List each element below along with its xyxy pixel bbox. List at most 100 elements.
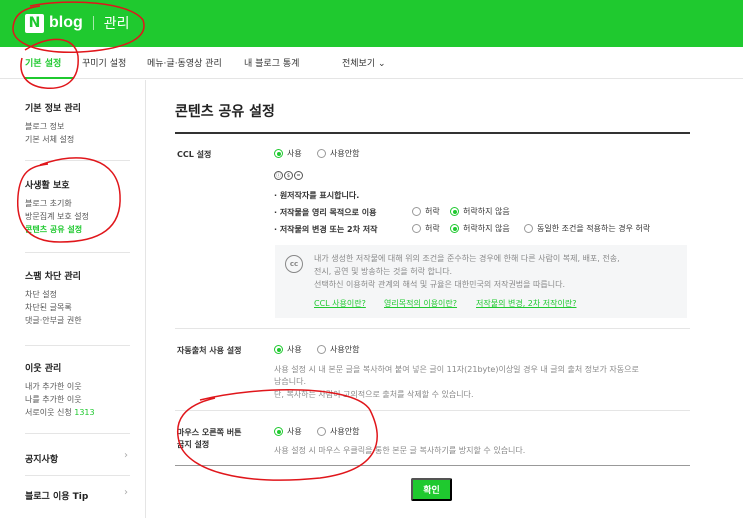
radio-unchecked-icon bbox=[317, 345, 326, 354]
sidebar-item-mutual-requests[interactable]: 서로이웃 신청 1313 bbox=[25, 406, 95, 419]
sidebar-group-title: 이웃 관리 bbox=[25, 364, 62, 374]
blog-logo[interactable]: N blog 관리 bbox=[25, 13, 130, 33]
radio-checked-icon bbox=[274, 427, 283, 436]
active-tab-underline bbox=[24, 77, 74, 79]
ccl-info-line: 전시, 공연 및 방송하는 것을 허락 합니다. bbox=[314, 267, 453, 276]
sidebar-group-title: 스팸 차단 관리 bbox=[25, 272, 81, 282]
derivative-same-condition-radio[interactable]: 동일한 조건을 적용하는 경우 허락 bbox=[524, 223, 650, 234]
sidebar-item-blog-info[interactable]: 블로그 정보 bbox=[25, 120, 81, 133]
noderivs-icon: = bbox=[294, 171, 303, 180]
radio-unchecked-icon bbox=[412, 224, 421, 233]
ccl-derivative-label: · 저작물의 변경 또는 2차 저작 bbox=[274, 225, 378, 234]
sidebar-item-visit-count-protect[interactable]: 방문집계 보호 설정 bbox=[25, 210, 89, 223]
auto-source-use-radio[interactable]: 사용 bbox=[274, 344, 302, 355]
row-divider bbox=[175, 410, 690, 411]
top-header: N blog 관리 bbox=[0, 0, 743, 47]
tab-decoration-settings[interactable]: 꾸미기 설정 bbox=[82, 56, 126, 69]
ccl-setting-label: CCL 설정 bbox=[177, 150, 212, 159]
sidebar-group-spam: 스팸 차단 관리 차단 설정 차단된 글목록 댓글·안부글 권한 bbox=[25, 269, 82, 327]
ccl-info-line: 선택하신 이용허락 관계의 해석 및 규율은 대한민국의 저작권법을 따릅니다. bbox=[314, 280, 566, 289]
radio-unchecked-icon bbox=[524, 224, 533, 233]
sidebar-divider bbox=[25, 160, 130, 161]
mutual-requests-label: 서로이웃 신청 bbox=[25, 408, 72, 417]
derivative-help-link[interactable]: 저작물의 변경, 2차 저작이란? bbox=[476, 298, 576, 309]
noncommercial-icon: $ bbox=[284, 171, 293, 180]
ccl-commercial-label: · 저작물을 영리 목적으로 이용 bbox=[274, 208, 377, 217]
commercial-help-link[interactable]: 영리목적의 이용이란? bbox=[384, 298, 457, 309]
tab-menu-post-video[interactable]: 메뉴·글·동영상 관리 bbox=[147, 56, 222, 69]
row-divider bbox=[175, 328, 690, 329]
radio-label: 허락하지 않음 bbox=[463, 207, 510, 216]
sidebar-item-my-neighbors[interactable]: 내가 추가한 이웃 bbox=[25, 380, 95, 393]
tab-view-all-label: 전체보기 bbox=[342, 59, 376, 69]
sidebar-notice-link[interactable]: 공지사항 bbox=[25, 452, 58, 465]
commercial-disallow-radio[interactable]: 허락하지 않음 bbox=[450, 206, 510, 217]
ccl-help-link[interactable]: CCL 사용이란? bbox=[314, 298, 366, 309]
auto-source-description: 단, 복사하는 사람이 고의적으로 출처를 삭제할 수 있습니다. bbox=[274, 390, 474, 399]
radio-checked-icon bbox=[274, 149, 283, 158]
sidebar-group-title: 기본 정보 관리 bbox=[25, 104, 81, 114]
sidebar-group-title: 사생활 보호 bbox=[25, 181, 70, 191]
ccl-nouse-radio[interactable]: 사용안함 bbox=[317, 148, 359, 159]
auto-source-description: 사용 설정 시 내 본문 글을 복사하여 붙여 넣은 글이 11자(21byte… bbox=[274, 365, 639, 374]
radio-unchecked-icon bbox=[412, 207, 421, 216]
sidebar-group-neighbors: 이웃 관리 내가 추가한 이웃 나를 추가한 이웃 서로이웃 신청 1313 bbox=[25, 361, 95, 419]
radio-checked-icon bbox=[450, 207, 459, 216]
right-click-nouse-radio[interactable]: 사용안함 bbox=[317, 426, 359, 437]
header-divider bbox=[92, 16, 94, 30]
radio-label: 허락하지 않음 bbox=[463, 224, 510, 233]
sidebar-divider bbox=[25, 345, 130, 346]
radio-checked-icon bbox=[450, 224, 459, 233]
right-click-use-radio[interactable]: 사용 bbox=[274, 426, 302, 437]
radio-unchecked-icon bbox=[317, 427, 326, 436]
ccl-info-line: 내가 생성한 저작물에 대해 위의 조건을 준수하는 경우에 한해 다른 사람이… bbox=[314, 254, 620, 263]
radio-checked-icon bbox=[274, 345, 283, 354]
sidebar-item-content-share[interactable]: 콘텐츠 공유 설정 bbox=[25, 223, 89, 236]
radio-label: 동일한 조건을 적용하는 경우 허락 bbox=[537, 224, 651, 233]
attribution-icon: ⓘ bbox=[274, 171, 283, 180]
tab-view-all[interactable]: 전체보기 ⌄ bbox=[342, 56, 386, 69]
radio-label: 사용안함 bbox=[330, 427, 360, 436]
derivative-disallow-radio[interactable]: 허락하지 않음 bbox=[450, 223, 510, 234]
sidebar-item-blog-reset[interactable]: 블로그 초기화 bbox=[25, 197, 89, 210]
radio-label: 사용안함 bbox=[330, 149, 360, 158]
sidebar-group-basic-info: 기본 정보 관리 블로그 정보 기본 서체 설정 bbox=[25, 101, 81, 146]
auto-source-description: 남습니다. bbox=[274, 377, 306, 386]
sidebar-item-blocked-posts[interactable]: 차단된 글목록 bbox=[25, 301, 82, 314]
chevron-right-icon: › bbox=[124, 450, 128, 461]
page-title: 콘텐츠 공유 설정 bbox=[175, 104, 275, 120]
auto-source-nouse-radio[interactable]: 사용안함 bbox=[317, 344, 359, 355]
derivative-allow-radio[interactable]: 허락 bbox=[412, 223, 440, 234]
auto-source-label: 자동출처 사용 설정 bbox=[177, 346, 242, 355]
right-click-label: 금지 설정 bbox=[177, 440, 210, 449]
sidebar-item-comment-permissions[interactable]: 댓글·안부글 권한 bbox=[25, 314, 82, 327]
tab-blog-stats[interactable]: 내 블로그 통계 bbox=[244, 56, 299, 69]
radio-label: 사용안함 bbox=[330, 345, 360, 354]
section-bottom-border bbox=[175, 465, 690, 466]
sidebar-item-followers[interactable]: 나를 추가한 이웃 bbox=[25, 393, 95, 406]
sidebar-group-privacy: 사생활 보호 블로그 초기화 방문집계 보호 설정 콘텐츠 공유 설정 bbox=[25, 178, 89, 236]
confirm-button[interactable]: 확인 bbox=[411, 478, 452, 501]
radio-label: 허락 bbox=[425, 224, 440, 233]
naver-n-icon: N bbox=[25, 13, 44, 33]
ccl-attribution-text: · 원저작자를 표시합니다. bbox=[274, 191, 360, 200]
right-click-description: 사용 설정 시 마우스 우클릭을 통한 본문 글 복사하기를 방지할 수 있습니… bbox=[274, 446, 526, 455]
chevron-down-icon: ⌄ bbox=[378, 59, 386, 69]
radio-label: 사용 bbox=[287, 427, 302, 436]
sidebar-usage-tip-link[interactable]: 블로그 이용 Tip bbox=[25, 489, 88, 502]
section-top-border bbox=[175, 132, 690, 134]
ccl-use-radio[interactable]: 사용 bbox=[274, 148, 302, 159]
chevron-right-icon: › bbox=[124, 487, 128, 498]
header-section-title[interactable]: 관리 bbox=[104, 13, 130, 33]
sidebar-item-block-settings[interactable]: 차단 설정 bbox=[25, 288, 82, 301]
tab-basic-settings[interactable]: 기본 설정 bbox=[25, 56, 61, 69]
settings-tab-bar: 기본 설정 꾸미기 설정 메뉴·글·동영상 관리 내 블로그 통계 전체보기 ⌄ bbox=[0, 47, 743, 79]
radio-label: 사용 bbox=[287, 345, 302, 354]
request-count-badge: 1313 bbox=[74, 408, 95, 417]
license-icons: ⓘ $ = bbox=[274, 171, 303, 180]
commercial-allow-radio[interactable]: 허락 bbox=[412, 206, 440, 217]
sidebar-divider bbox=[25, 433, 130, 434]
radio-label: 사용 bbox=[287, 149, 302, 158]
sidebar-item-basic-font[interactable]: 기본 서체 설정 bbox=[25, 133, 81, 146]
creative-commons-icon: cc bbox=[285, 255, 303, 273]
